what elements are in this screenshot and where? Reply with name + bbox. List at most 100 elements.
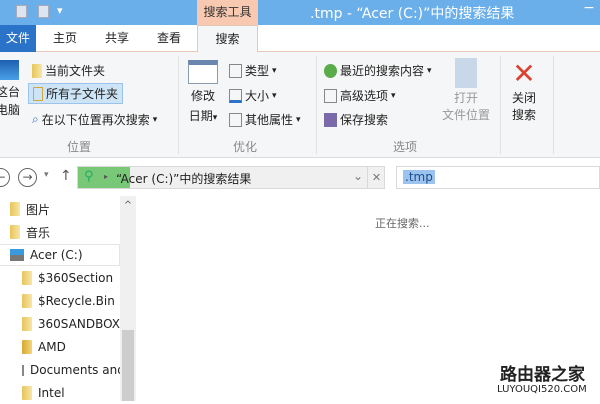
save-icon xyxy=(324,112,337,127)
label: 所有子文件夹 xyxy=(46,87,119,101)
current-folder-button[interactable]: 当前文件夹 xyxy=(32,62,105,79)
shortcut-icon xyxy=(22,364,24,376)
label: $360Section xyxy=(38,271,114,285)
recent-locations-button[interactable]: ▾ xyxy=(44,170,49,180)
size-icon xyxy=(229,88,242,103)
label: Documents and Settings xyxy=(30,363,120,377)
pictures-icon xyxy=(10,202,20,216)
forward-button[interactable]: → xyxy=(18,168,37,187)
nav-item-folder[interactable]: $Recycle.Bin xyxy=(0,290,120,312)
open-location-icon xyxy=(455,58,477,88)
up-button[interactable]: ↑ xyxy=(60,168,72,184)
label: 360SANDBOX xyxy=(37,317,120,331)
label: 关闭 xyxy=(511,91,536,105)
recent-searches-button[interactable]: 最近的搜索内容 ▾ xyxy=(324,62,432,79)
label: 图片 xyxy=(26,202,51,217)
label: $Recycle.Bin xyxy=(38,294,115,308)
label: 当前文件夹 xyxy=(45,64,106,78)
close-search-button[interactable]: ✕ 关闭 搜索 xyxy=(507,58,541,124)
computer-icon xyxy=(0,60,19,80)
nav-item-shortcut[interactable]: Documents and Settings xyxy=(0,359,120,381)
tab-search[interactable]: 搜索 xyxy=(197,25,258,53)
search-again-icon: ⌕ xyxy=(32,112,39,126)
tab-file[interactable]: 文件 xyxy=(0,25,36,52)
drive-icon xyxy=(10,249,24,261)
minimize-button[interactable]: − xyxy=(578,0,600,20)
address-dropdown[interactable]: ⌄ xyxy=(353,169,363,183)
recent-icon xyxy=(324,63,337,78)
all-subfolders-button[interactable]: 所有子文件夹 xyxy=(28,83,124,104)
folder-icon xyxy=(22,340,32,354)
this-pc-button[interactable]: 这台 电脑 xyxy=(0,58,22,118)
divider xyxy=(178,56,179,154)
label: 电脑 xyxy=(0,103,20,117)
clear-search-button[interactable]: ✕ xyxy=(367,167,385,188)
size-button[interactable]: 大小 ▾ xyxy=(229,87,277,104)
label: AMD xyxy=(38,340,66,354)
label: 其他属性 xyxy=(245,113,294,127)
ribbon: 这台 电脑 当前文件夹 所有子文件夹 ⌕ 在以下位置再次搜索 ▾ 位置 修改 日期▾… xyxy=(0,52,600,158)
nav-item-folder[interactable]: $360Section xyxy=(0,267,120,289)
date-modified-button[interactable]: 修改 日期▾ xyxy=(186,60,220,128)
ribbon-tabs: 文件 主页 共享 查看 搜索 xyxy=(0,25,600,53)
address-bar[interactable]: ⚲ ▸ “Acer (C:)”中的搜索结果 ⌄ ✕ xyxy=(77,166,385,189)
nav-item-pictures[interactable]: 图片 xyxy=(0,198,120,220)
search-again-button[interactable]: ⌕ 在以下位置再次搜索 ▾ xyxy=(32,111,157,128)
window-title: .tmp - “Acer (C:)”中的搜索结果 xyxy=(310,6,515,22)
advanced-options-button[interactable]: 高级选项 ▾ xyxy=(324,87,396,104)
label: 打开 xyxy=(453,91,478,105)
quick-access-dropdown[interactable]: ▾ xyxy=(57,4,63,17)
tab-share[interactable]: 共享 xyxy=(100,25,134,52)
label: 音乐 xyxy=(26,225,51,240)
divider xyxy=(553,56,554,154)
save-search-button[interactable]: 保存搜索 xyxy=(324,111,388,128)
tab-view[interactable]: 查看 xyxy=(152,25,186,52)
watermark-title: 路由器之家 xyxy=(500,365,585,385)
group-label-refine: 优化 xyxy=(233,140,258,154)
subfolders-icon xyxy=(33,86,43,101)
label: 修改 xyxy=(190,89,215,103)
group-label-location: 位置 xyxy=(67,140,92,154)
open-file-location-button[interactable]: 打开 文件位置 xyxy=(440,58,492,124)
label: 高级选项 xyxy=(340,89,389,103)
group-label-options: 选项 xyxy=(393,140,418,154)
label: 类型 xyxy=(245,64,270,78)
nav-item-music[interactable]: 音乐 xyxy=(0,221,120,243)
type-icon xyxy=(229,63,242,78)
label: 在以下位置再次搜索 xyxy=(41,113,150,127)
scrollbar-thumb[interactable] xyxy=(122,330,134,401)
search-input[interactable]: .tmp xyxy=(396,166,600,189)
folder-icon xyxy=(22,271,32,285)
options-icon xyxy=(324,88,337,103)
label: 这台 xyxy=(0,85,20,99)
calendar-icon xyxy=(188,60,218,84)
watermark-url: LUYOUQI520.COM xyxy=(497,384,587,395)
label: Intel xyxy=(38,386,65,400)
search-icon: ⚲ xyxy=(84,169,94,184)
type-button[interactable]: 类型 ▾ xyxy=(229,62,277,79)
nav-item-drive-c[interactable]: Acer (C:) xyxy=(0,244,120,266)
label: 最近的搜索内容 xyxy=(340,64,425,78)
searching-status: 正在搜索... xyxy=(375,217,430,230)
new-folder-icon[interactable] xyxy=(38,5,49,18)
other-properties-button[interactable]: 其他属性 ▾ xyxy=(229,111,301,128)
context-tab-search-tools: 搜索工具 xyxy=(197,0,258,25)
navigation-pane: 图片 音乐 Acer (C:) $360Section $Recycle.Bin… xyxy=(0,196,120,401)
divider xyxy=(316,56,317,154)
properties-icon[interactable] xyxy=(16,5,27,18)
properties-icon xyxy=(229,112,242,127)
divider xyxy=(500,56,501,154)
nav-item-folder[interactable]: AMD xyxy=(0,336,120,358)
folder-icon xyxy=(22,294,32,308)
tab-home[interactable]: 主页 xyxy=(48,25,82,52)
nav-item-folder[interactable]: 360SANDBOX xyxy=(0,313,120,335)
address-text: “Acer (C:)”中的搜索结果 xyxy=(116,172,252,186)
chevron-right-icon: ▸ xyxy=(104,172,109,181)
folder-icon xyxy=(32,63,42,78)
folder-icon xyxy=(22,386,32,400)
scroll-up-button[interactable]: ^ xyxy=(120,200,136,211)
label: 大小 xyxy=(245,89,270,103)
back-button[interactable]: ← xyxy=(0,168,10,187)
label: 搜索 xyxy=(511,108,536,122)
label: 保存搜索 xyxy=(340,113,389,127)
